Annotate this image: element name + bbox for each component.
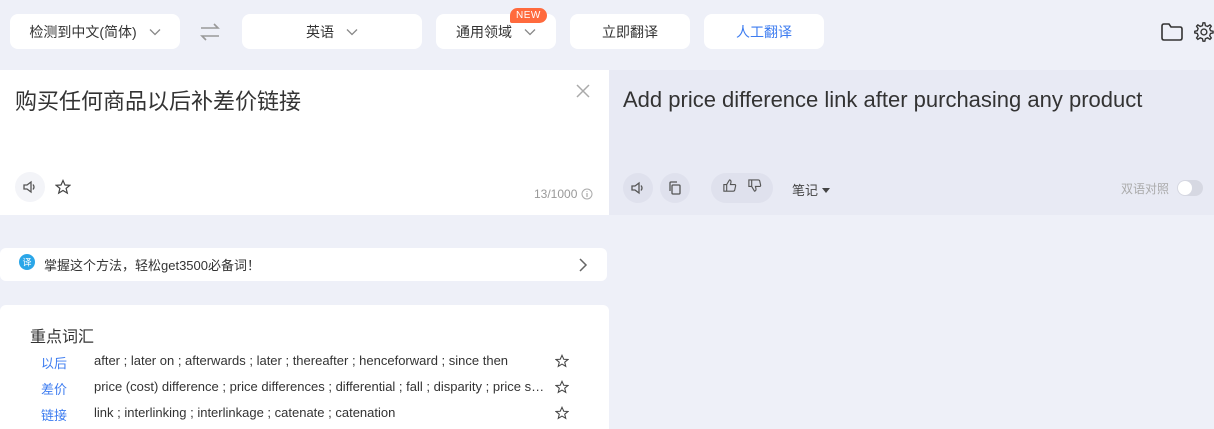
notes-dropdown[interactable]: 笔记 xyxy=(792,180,831,199)
character-count: 13/1000 xyxy=(534,187,578,201)
human-translation-button[interactable]: 人工翻译 xyxy=(704,14,824,49)
new-badge: NEW xyxy=(510,8,547,23)
tip-icon-char: 译 xyxy=(22,258,31,269)
thumbs-up-icon[interactable] xyxy=(722,178,737,198)
star-icon[interactable] xyxy=(554,354,570,371)
chevron-right-icon[interactable] xyxy=(578,257,588,278)
chevron-down-icon xyxy=(346,28,358,36)
vocab-word[interactable]: 以后 xyxy=(41,353,67,372)
translate-logo-icon: 译 xyxy=(18,253,36,276)
chevron-down-icon xyxy=(149,28,161,36)
feedback-group xyxy=(711,173,773,203)
domain-label: 通用领域 xyxy=(456,23,512,40)
vocab-word[interactable]: 差价 xyxy=(41,379,67,398)
folder-icon[interactable] xyxy=(1160,22,1184,47)
translation-text: Add price difference link after purchasi… xyxy=(623,87,1143,112)
thumbs-down-icon[interactable] xyxy=(747,178,762,198)
target-language-label: 英语 xyxy=(306,23,334,40)
copy-icon[interactable] xyxy=(660,173,690,203)
bilingual-label: 双语对照 xyxy=(1121,182,1170,196)
bilingual-toggle[interactable] xyxy=(1177,180,1203,196)
star-icon[interactable] xyxy=(54,179,72,200)
speaker-icon[interactable] xyxy=(15,172,45,202)
chevron-down-icon xyxy=(524,28,536,36)
gear-icon[interactable] xyxy=(1192,21,1214,48)
tip-banner[interactable]: 译 掌握这个方法，轻松get3500必备词！ xyxy=(0,248,607,281)
vocab-row: 以后 after ; later on ; afterwards ; later… xyxy=(0,353,609,375)
vocab-word[interactable]: 链接 xyxy=(41,405,67,424)
target-language-select[interactable]: 英语 xyxy=(242,14,422,49)
star-icon[interactable] xyxy=(554,406,570,423)
translate-button[interactable]: 立即翻译 xyxy=(570,14,690,49)
info-icon[interactable] xyxy=(581,187,593,205)
vocab-definition: after ; later on ; afterwards ; later ; … xyxy=(94,353,509,368)
source-text-input[interactable]: 购买任何商品以后补差价链接 xyxy=(15,84,301,116)
swap-languages-icon[interactable] xyxy=(198,22,222,42)
key-vocabulary-panel: 重点词汇 以后 after ; later on ; afterwards ; … xyxy=(0,305,609,429)
translation-output-panel: Add price difference link after purchasi… xyxy=(609,70,1214,215)
source-language-label: 检测到中文(简体) xyxy=(29,23,137,40)
source-language-select[interactable]: 检测到中文(简体) xyxy=(10,14,180,49)
vocab-definition: link ; interlinking ; interlinkage ; cat… xyxy=(94,405,396,420)
vocab-row: 差价 price (cost) difference ; price diffe… xyxy=(0,379,609,401)
source-text-panel[interactable]: 购买任何商品以后补差价链接 13/1000 xyxy=(0,70,609,215)
speaker-icon[interactable] xyxy=(623,173,653,203)
caret-down-icon xyxy=(822,182,831,197)
notes-label: 笔记 xyxy=(792,183,819,198)
vocab-row: 链接 link ; interlinking ; interlinkage ; … xyxy=(0,405,609,427)
vocab-definition: price (cost) difference ; price differen… xyxy=(94,379,549,394)
vocabulary-title: 重点词汇 xyxy=(30,329,95,346)
close-icon[interactable] xyxy=(576,84,590,103)
tip-text: 掌握这个方法，轻松get3500必备词！ xyxy=(44,258,260,273)
star-icon[interactable] xyxy=(554,380,570,397)
